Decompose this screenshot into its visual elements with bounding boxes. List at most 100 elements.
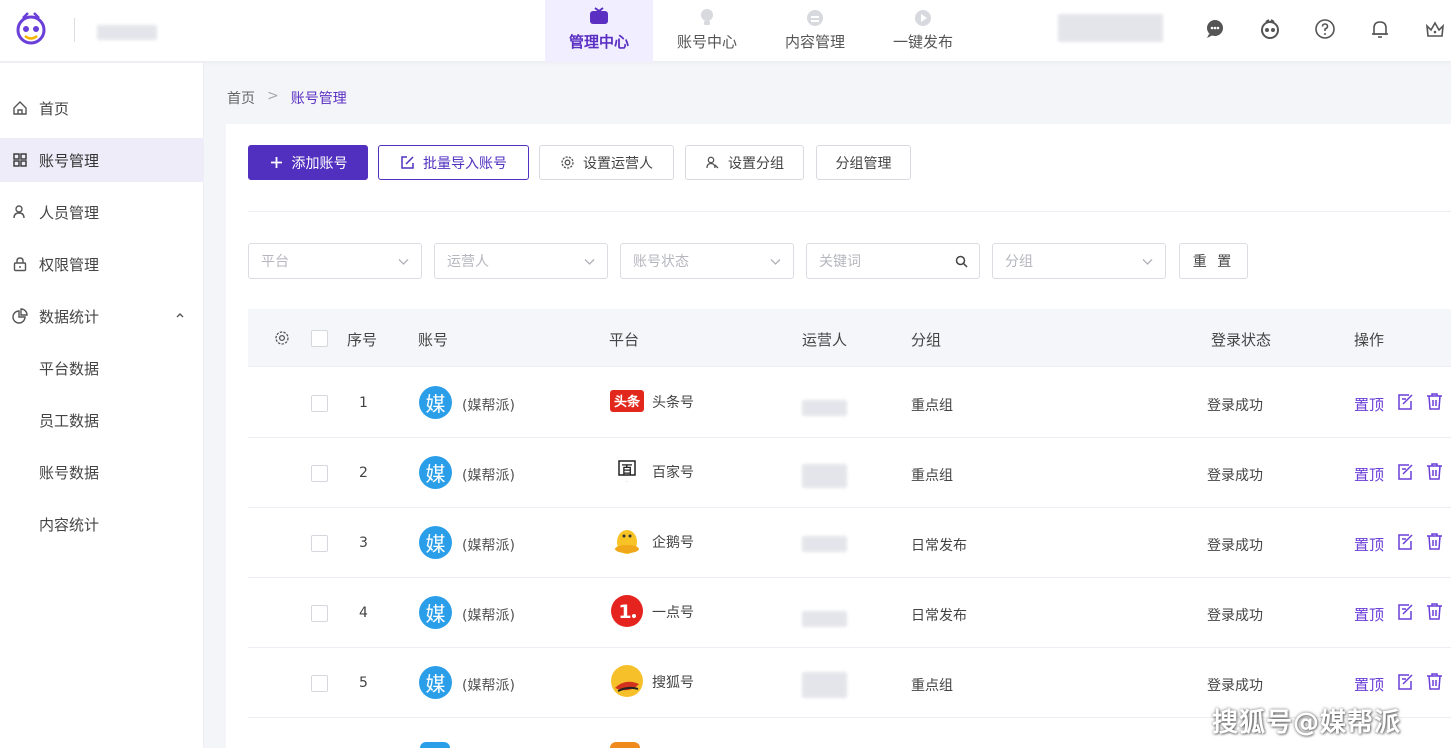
table-row: 3 媒 (媒帮派) 企鹅号 日常发布 登录成功 置顶 [248,508,1451,578]
table-row: 4 媒 (媒帮派) 1 一点号 日常发布 登录成功 置顶 [248,578,1451,648]
row-checkbox[interactable] [311,395,328,412]
trash-icon[interactable] [1425,672,1444,691]
group-management-button[interactable]: 分组管理 [816,145,911,180]
row-index: 4 [359,605,368,621]
trash-icon[interactable] [1425,462,1444,481]
plus-icon [270,157,282,168]
batch-import-button[interactable]: 批量导入账号 [378,145,529,180]
account-status-select[interactable]: 账号状态 [620,243,794,279]
add-account-button[interactable]: 添加账号 [248,145,368,180]
chevron-up-icon[interactable] [174,309,186,321]
platform-select[interactable]: 平台 [248,243,422,279]
user-icon [13,205,25,219]
user-info-redacted[interactable] [1058,14,1163,42]
edit-icon[interactable] [1396,672,1415,691]
row-checkbox[interactable] [311,465,328,482]
topnav-management-center[interactable]: 管理中心 [545,0,653,62]
row-index: 2 [359,465,368,481]
account-avatar: 媒 [419,456,452,489]
topnav-account-center[interactable]: 账号中心 [653,0,761,62]
header-login-status: 登录状态 [1211,331,1272,349]
button-label: 设置分组 [728,155,784,172]
table-row: 1 媒 (媒帮派) 头条 头条号 重点组 登录成功 置顶 [248,368,1451,438]
row-index: 3 [359,535,368,551]
pin-top-link[interactable]: 置顶 [1354,534,1384,555]
row-index: 1 [359,395,368,411]
gear-icon[interactable] [274,330,290,346]
tv-icon [590,7,608,24]
bell-icon[interactable] [1369,18,1391,40]
app-logo[interactable] [14,10,48,46]
sidebar-item-data-statistics[interactable]: 数据统计 [0,294,204,338]
publish-icon [915,10,931,26]
sidebar-subitem-content-statistics[interactable]: 内容统计 [39,514,99,535]
pie-icon [12,308,28,324]
platform-name: 百家号 [652,465,694,481]
svg-text:·: · [626,479,628,486]
topnav-content-management[interactable]: 内容管理 [761,0,869,62]
lock-icon [13,257,27,272]
bulb-icon [701,9,713,25]
sidebar-item-staff-management[interactable]: 人员管理 [0,190,204,234]
keyword-search-input[interactable]: 关键词 [806,243,980,279]
next-row-platform-partial [610,742,640,748]
edit-icon[interactable] [1396,532,1415,551]
operator-select[interactable]: 运营人 [434,243,608,279]
trash-icon[interactable] [1425,392,1444,411]
main-panel: 添加账号 批量导入账号 设置运营人 设置分组 分组管理 平台 运营人 账号状态 … [226,124,1451,748]
operator-redacted [802,464,847,488]
edit-icon[interactable] [1396,462,1415,481]
sidebar-subitem-account-data[interactable]: 账号数据 [39,462,99,483]
pin-top-link[interactable]: 置顶 [1354,394,1384,415]
breadcrumb: 首页 > 账号管理 [227,88,347,108]
table-header: 序号 账号 平台 运营人 分组 登录状态 操作 [248,309,1451,367]
trash-icon[interactable] [1425,602,1444,621]
pin-top-link[interactable]: 置顶 [1354,674,1384,695]
top-bar: 管理中心 账号中心 内容管理 一键发布 [0,0,1451,62]
header-actions: 操作 [1354,331,1385,349]
edit-icon[interactable] [1396,392,1415,411]
robot-icon[interactable] [1259,18,1281,40]
breadcrumb-home[interactable]: 首页 [227,88,255,108]
chat-icon[interactable] [1204,18,1226,40]
account-name: (媒帮派) [462,608,515,624]
row-checkbox[interactable] [311,675,328,692]
button-label: 添加账号 [291,155,348,172]
set-operator-button[interactable]: 设置运营人 [539,145,674,180]
pin-top-link[interactable]: 置顶 [1354,464,1384,485]
grid-icon [13,153,27,167]
row-checkbox[interactable] [311,605,328,622]
sidebar-item-permission-management[interactable]: 权限管理 [0,242,204,286]
sidebar-item-home[interactable]: 首页 [0,86,204,130]
topnav-label: 账号中心 [676,33,737,51]
baijiahao-icon: 百· [618,460,636,486]
top-nav: 管理中心 账号中心 内容管理 一键发布 [545,0,977,62]
svg-text:1: 1 [618,601,631,623]
sidebar-item-account-management[interactable]: 账号管理 [0,138,204,182]
sidebar-subitem-staff-data[interactable]: 员工数据 [39,410,99,431]
set-group-button[interactable]: 设置分组 [685,145,804,180]
search-icon[interactable] [955,255,968,268]
gear-icon [561,156,574,169]
sidebar-item-label: 数据统计 [39,307,100,326]
crown-icon[interactable] [1424,18,1446,40]
edit-icon[interactable] [1396,602,1415,621]
pin-top-link[interactable]: 置顶 [1354,604,1384,625]
sidebar: 首页 账号管理 人员管理 权限管理 数据统计 平台数据 员工数据 账号数据 内容… [0,63,204,748]
row-checkbox[interactable] [311,535,328,552]
header-operator: 运营人 [802,331,848,349]
input-placeholder: 关键词 [819,254,861,270]
select-all-checkbox[interactable] [311,330,328,347]
chevron-down-icon [770,259,781,265]
sidebar-item-label: 账号管理 [39,151,100,170]
login-status: 登录成功 [1207,608,1263,624]
topnav-one-click-publish[interactable]: 一键发布 [869,0,977,62]
trash-icon[interactable] [1425,532,1444,551]
reset-button[interactable]: 重 置 [1179,243,1248,279]
sidebar-subitem-platform-data[interactable]: 平台数据 [39,358,99,379]
login-status: 登录成功 [1207,678,1263,694]
help-icon[interactable] [1314,18,1336,40]
button-label: 分组管理 [835,155,892,172]
brand-name-redacted [97,25,157,40]
group-select[interactable]: 分组 [992,243,1166,279]
